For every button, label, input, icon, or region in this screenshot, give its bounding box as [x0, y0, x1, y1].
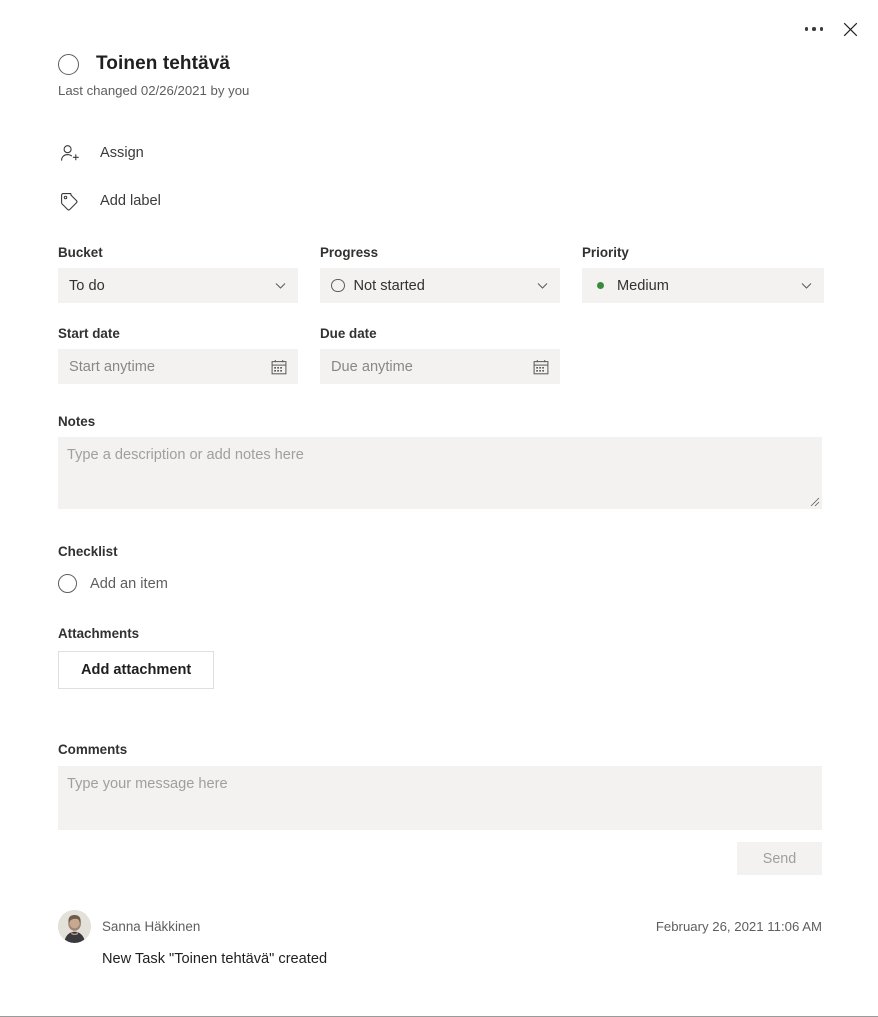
bucket-label: Bucket — [58, 245, 103, 260]
add-label-text: Add label — [100, 193, 161, 209]
task-detail-panel: Toinen tehtävä Last changed 02/26/2021 b… — [0, 52, 878, 967]
add-item-placeholder: Add an item — [90, 575, 168, 592]
activity-timestamp: February 26, 2021 11:06 AM — [655, 919, 822, 934]
chevron-down-icon — [275, 283, 286, 289]
comments-placeholder: Type your message here — [67, 776, 228, 792]
last-changed-text: Last changed 02/26/2021 by you — [58, 83, 250, 98]
comments-section: Comments Type your message here Send — [0, 741, 878, 875]
notes-textarea[interactable]: Type a description or add notes here — [58, 437, 822, 509]
close-button[interactable] — [834, 14, 866, 44]
bucket-field: Bucket To do — [58, 244, 298, 303]
dates-row: Start date Start anytime Due date Due an… — [58, 325, 878, 384]
progress-dropdown[interactable]: Not started — [320, 268, 560, 303]
bucket-value: To do — [69, 277, 105, 294]
add-label-button[interactable]: Add label — [0, 187, 288, 215]
avatar — [58, 910, 91, 943]
chevron-down-icon — [537, 283, 548, 289]
start-date-input[interactable]: Start anytime — [58, 349, 298, 384]
activity-feed: Sanna Häkkinen February 26, 2021 11:06 A… — [0, 910, 878, 967]
ellipsis-icon — [804, 27, 824, 31]
due-date-label: Due date — [320, 326, 377, 341]
due-date-field: Due date Due anytime — [320, 325, 560, 384]
activity-text: New Task "Toinen tehtävä" created — [102, 951, 328, 967]
send-row: Send — [58, 842, 822, 875]
checklist-section: Checklist Add an item — [0, 543, 878, 593]
attachments-label: Attachments — [58, 626, 140, 641]
notes-section: Notes Type a description or add notes he… — [0, 413, 878, 509]
calendar-icon — [533, 359, 549, 374]
task-title-row: Toinen tehtävä — [0, 52, 878, 76]
priority-dropdown[interactable]: Medium — [582, 268, 824, 303]
close-icon — [843, 22, 857, 36]
priority-field: Priority Medium — [582, 244, 824, 303]
progress-label: Progress — [320, 245, 379, 260]
send-button[interactable]: Send — [737, 842, 822, 875]
assign-label: Assign — [100, 145, 144, 161]
not-started-circle-icon — [331, 278, 345, 293]
priority-label: Priority — [582, 245, 629, 260]
calendar-icon — [271, 359, 287, 374]
bucket-dropdown[interactable]: To do — [58, 268, 298, 303]
due-date-placeholder: Due anytime — [331, 358, 413, 375]
priority-dot-icon — [597, 282, 604, 289]
resize-grip-icon[interactable] — [808, 495, 820, 507]
add-attachment-button[interactable]: Add attachment — [58, 651, 215, 689]
priority-value: Medium — [617, 277, 669, 294]
progress-field: Progress Not started — [320, 244, 560, 303]
task-title[interactable]: Toinen tehtävä — [96, 52, 230, 76]
checklist-label: Checklist — [58, 544, 118, 559]
assign-button[interactable]: Assign — [0, 139, 288, 167]
chevron-down-icon — [801, 283, 812, 289]
comments-input[interactable]: Type your message here — [58, 766, 822, 830]
due-date-input[interactable]: Due anytime — [320, 349, 560, 384]
activity-author: Sanna Häkkinen — [102, 919, 201, 934]
tag-icon — [58, 190, 80, 212]
progress-value: Not started — [353, 277, 425, 294]
person-add-icon — [58, 142, 80, 164]
add-checklist-item[interactable]: Add an item — [58, 574, 258, 593]
window-title-bar — [0, 0, 878, 52]
task-complete-checkbox[interactable] — [58, 53, 79, 75]
notes-placeholder: Type a description or add notes here — [67, 447, 304, 463]
checklist-circle-icon — [58, 574, 77, 593]
attachments-section: Attachments Add attachment — [0, 625, 878, 689]
more-options-button[interactable] — [798, 14, 830, 44]
selects-row: Bucket To do Progress Not started Priori… — [58, 244, 878, 303]
start-date-field: Start date Start anytime — [58, 325, 298, 384]
activity-entry-header: Sanna Häkkinen February 26, 2021 11:06 A… — [58, 910, 822, 943]
comments-label: Comments — [58, 742, 128, 757]
start-date-placeholder: Start anytime — [69, 358, 155, 375]
start-date-label: Start date — [58, 326, 120, 341]
notes-label: Notes — [58, 414, 96, 429]
fields-section: Bucket To do Progress Not started Priori… — [0, 244, 878, 384]
